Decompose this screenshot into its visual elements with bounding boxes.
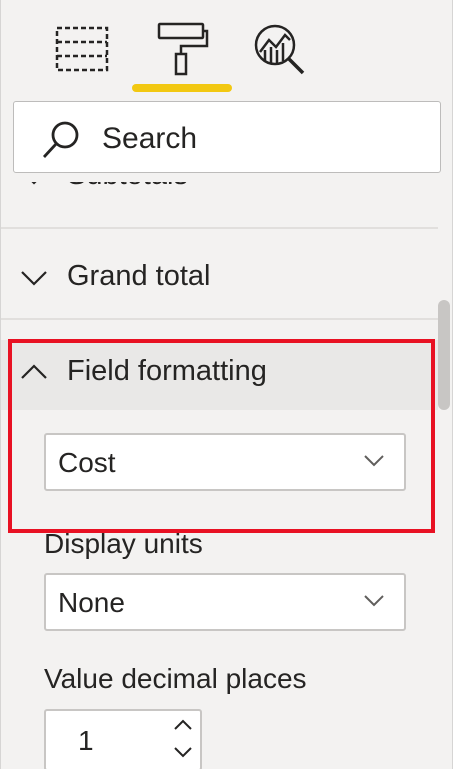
active-tab-indicator	[132, 84, 232, 92]
analytics-magnifier-icon	[254, 24, 305, 75]
format-options-list: Subtotals Grand total Field formatting C…	[1, 182, 452, 769]
tab-fields[interactable]	[47, 14, 117, 84]
divider	[1, 227, 438, 229]
decimal-places-stepper[interactable]: 1	[44, 709, 202, 769]
search-icon	[42, 121, 79, 158]
display-units-dropdown[interactable]: None	[44, 573, 406, 631]
search-input[interactable]: Search	[13, 101, 441, 173]
section-label: Subtotals	[67, 182, 188, 192]
divider	[1, 318, 438, 320]
chevron-down-icon	[364, 595, 384, 607]
table-icon	[55, 26, 109, 72]
decimal-places-label: Value decimal places	[44, 663, 307, 694]
section-grand-total[interactable]: Grand total	[1, 252, 438, 302]
chevron-down-icon	[31, 182, 37, 185]
decimal-places-value: 1	[78, 725, 94, 756]
display-units-value: None	[58, 587, 125, 618]
section-label: Grand total	[67, 260, 211, 292]
chevron-down-icon[interactable]	[172, 744, 194, 760]
scrollbar[interactable]	[438, 300, 450, 410]
section-subtotals[interactable]: Subtotals	[1, 182, 438, 201]
chevron-up-icon[interactable]	[172, 717, 194, 733]
search-placeholder: Search	[102, 122, 198, 155]
chevron-down-icon	[21, 271, 47, 286]
tab-analytics[interactable]	[245, 14, 315, 84]
tab-format[interactable]	[145, 14, 215, 84]
format-pane: Search Subtotals Grand total Field forma…	[0, 0, 453, 769]
highlight-annotation	[8, 339, 435, 533]
paint-roller-icon	[157, 22, 209, 76]
